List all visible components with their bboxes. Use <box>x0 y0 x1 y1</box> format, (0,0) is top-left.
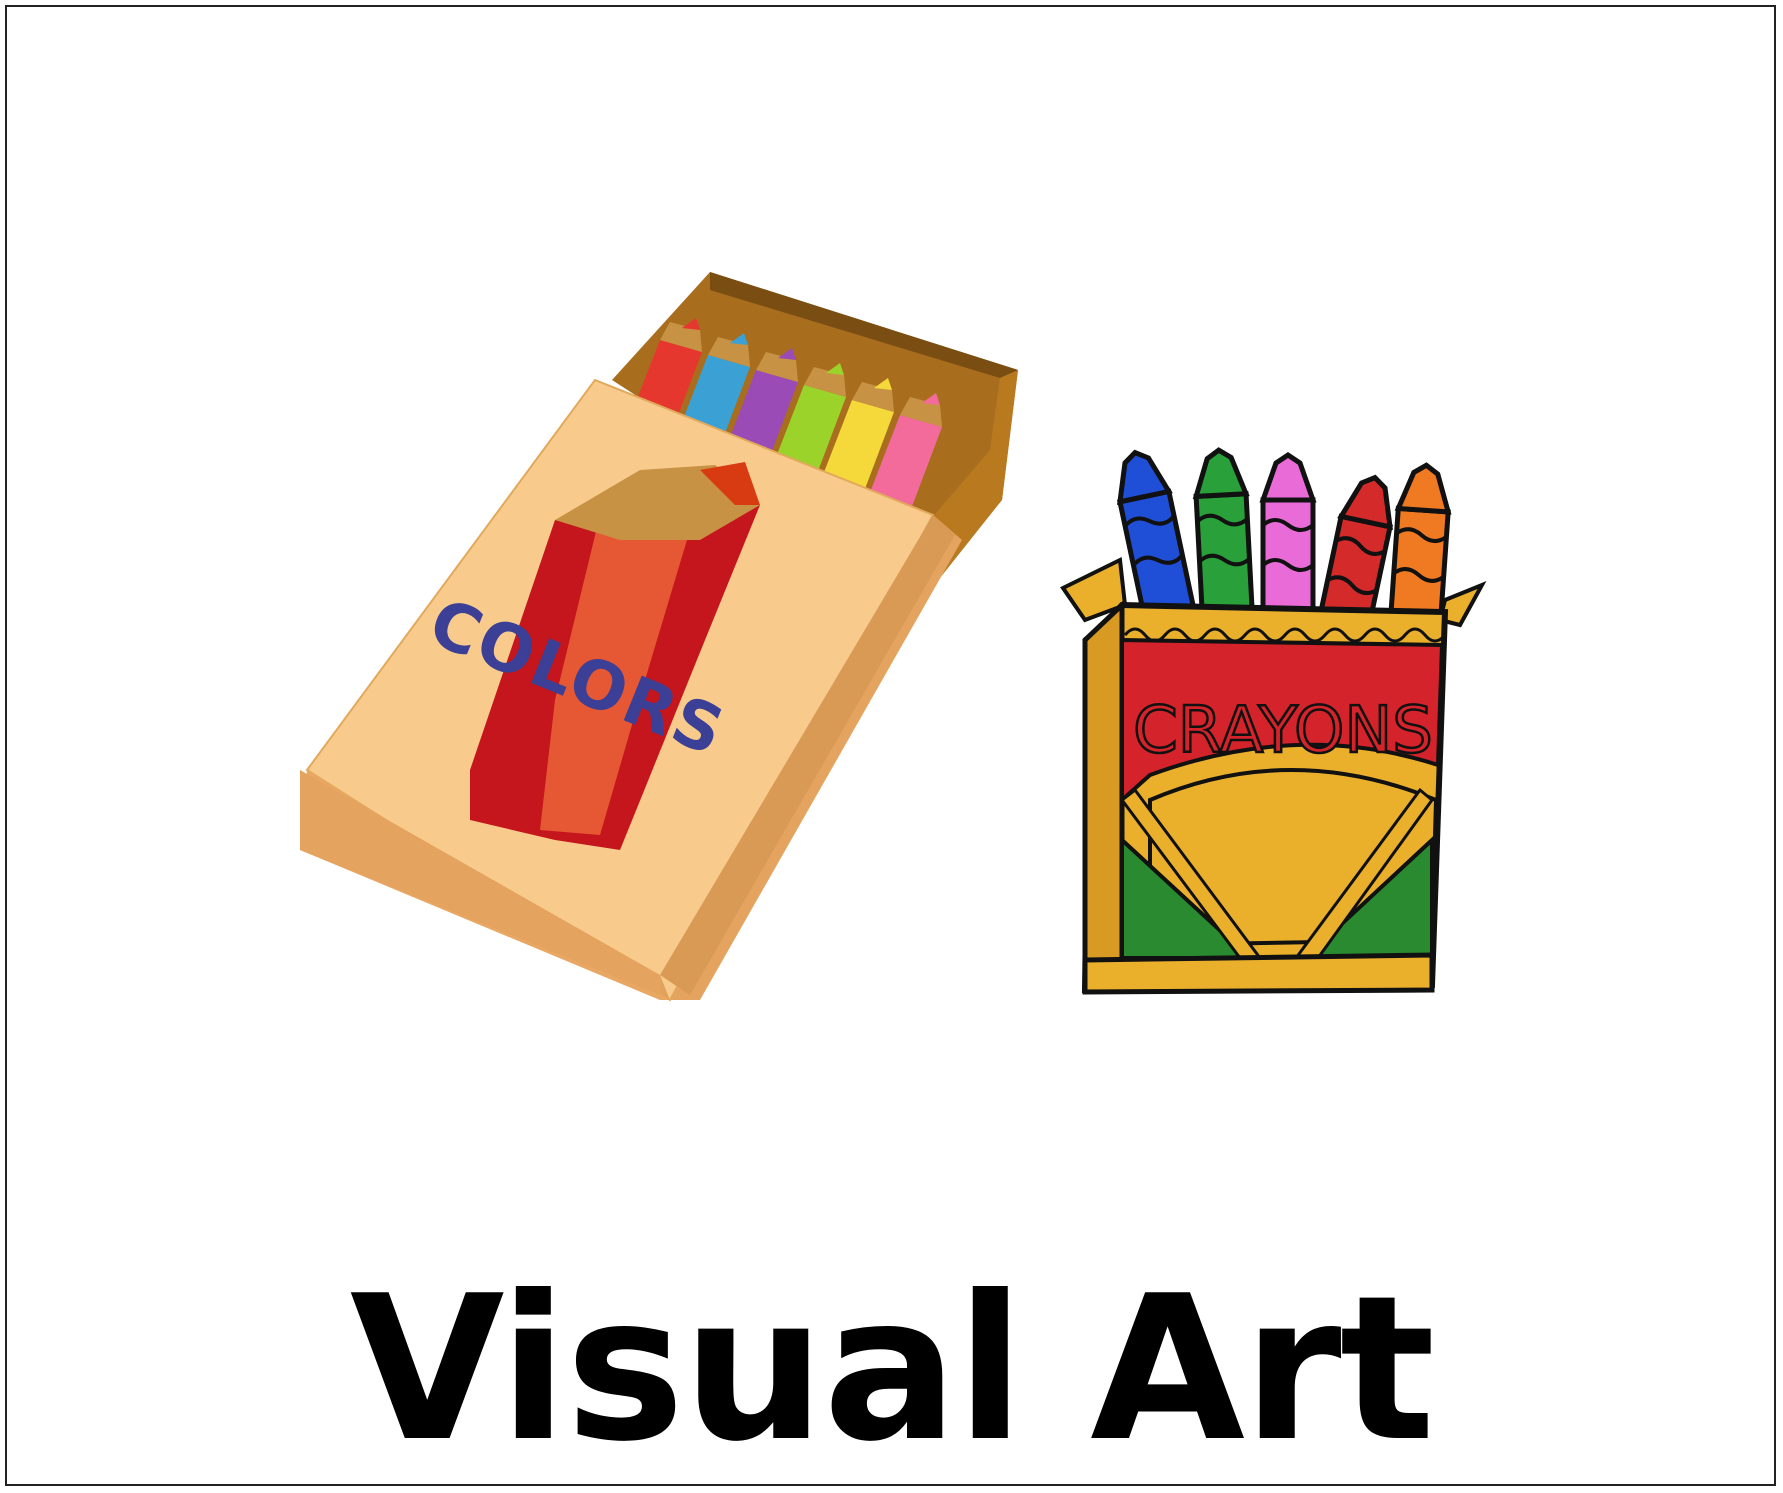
card-caption: Visual Art <box>349 1253 1435 1486</box>
crayons-label: CRAYONS <box>1133 694 1433 768</box>
colored-pencil-box: COLORS <box>300 272 1018 1002</box>
crayon-box: CRAYONS <box>1060 447 1487 995</box>
